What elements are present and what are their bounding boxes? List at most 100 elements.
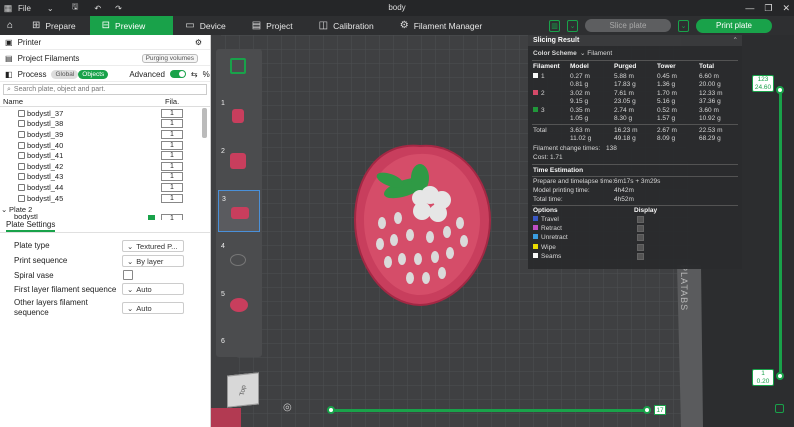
move-slider-handle[interactable] (643, 406, 651, 414)
object-row[interactable]: bodystl_42 1 (0, 161, 200, 172)
file-menu[interactable]: File (18, 4, 31, 13)
filament-selector[interactable]: 1 (161, 161, 183, 171)
plate-thumb-4[interactable]: 4 (218, 238, 260, 280)
spiral-vase-checkbox[interactable] (123, 270, 133, 280)
view-gizmo-icon[interactable]: ◎ (283, 402, 292, 413)
save-icon[interactable]: 🖫 (72, 1, 79, 15)
change-times-value: 138 (606, 145, 617, 152)
filament-swatch (533, 90, 538, 95)
layer-slider-top-handle[interactable] (776, 86, 784, 94)
object-icon (18, 141, 25, 149)
objects-toggle[interactable]: Objects (78, 69, 109, 79)
plate-thumb-5[interactable]: 5 (218, 286, 260, 328)
plate-thumb-2[interactable]: 2 (218, 143, 260, 185)
object-list-scrollbar[interactable] (202, 108, 207, 138)
view-cube[interactable]: Top (227, 372, 259, 408)
option-display-checkbox[interactable] (637, 243, 644, 251)
close-icon[interactable]: ✕ (782, 3, 790, 14)
filament-swatch (533, 73, 538, 78)
compare-icon[interactable]: ⇆ (191, 70, 198, 79)
plate-preview (230, 254, 246, 266)
collapse-panel-icon[interactable]: ⌃ (733, 36, 738, 44)
print-sequence-select[interactable]: ⌄ By layer (122, 255, 184, 267)
filament-selector[interactable]: 1 (161, 140, 183, 150)
tab-filament-manager[interactable]: ⚙ Filament Manager (388, 16, 496, 35)
layer-slider-bottom-handle[interactable] (776, 372, 784, 380)
filament-selector[interactable]: 1 (161, 193, 183, 203)
filament-selector[interactable]: 1 (161, 129, 183, 139)
plate-thumb-6[interactable]: 6 (218, 333, 260, 375)
object-row[interactable]: bodystl_45 1 (0, 193, 200, 204)
tab-project[interactable]: ▤ Project (240, 16, 307, 35)
option-label: Seams (533, 252, 561, 261)
undo-icon[interactable]: ↶ (94, 4, 101, 13)
maximize-icon[interactable]: ❐ (764, 3, 772, 14)
first-layer-select[interactable]: ⌄ Auto (122, 283, 184, 295)
plate-thumb-auto-arrange[interactable] (218, 52, 260, 94)
filament-swatch (148, 214, 155, 220)
other-layers-select[interactable]: ⌄ Auto (122, 302, 184, 314)
project-filaments-section[interactable]: ▤ Project Filaments Purging volumes (0, 51, 210, 66)
slicing-result-panel: Slicing Result ⌃ Color Scheme ⌄ Filament … (528, 35, 742, 269)
filament-selector[interactable]: 1 (161, 119, 183, 129)
purging-volumes-button[interactable]: Purging volumes (141, 53, 198, 63)
filament-selector[interactable]: 1 (161, 182, 183, 192)
color-scheme-value: Filament (587, 50, 613, 57)
plate-type-select[interactable]: ⌄ Textured P... (122, 240, 184, 252)
filament-selector[interactable]: 1 (161, 151, 183, 161)
process-section[interactable]: ◧ Process Global Objects Advanced ⇆ % (0, 67, 210, 82)
plate-thumb-1[interactable]: 1 (218, 95, 260, 137)
layer-slider[interactable] (779, 88, 782, 372)
plate-thumb-3[interactable]: 3 (218, 190, 260, 232)
divider (0, 232, 210, 233)
menu-chevron-icon[interactable]: ⌄ (47, 4, 54, 13)
tab-preview[interactable]: ⊟ Preview (89, 16, 174, 35)
option-row: Retract (528, 224, 742, 233)
color-scheme-label: Color Scheme (533, 50, 577, 57)
printer-settings-icon[interactable]: ⚙ (195, 38, 202, 47)
object-icon (18, 183, 25, 191)
home-icon[interactable]: ⌂ (0, 16, 20, 35)
option-display-checkbox[interactable] (637, 252, 644, 260)
tab-calibration[interactable]: ◫ Calibration (307, 16, 388, 35)
option-text: Travel (541, 216, 559, 223)
tab-prepare[interactable]: ⊞ Prepare (20, 16, 90, 35)
option-display-checkbox[interactable] (637, 234, 644, 242)
object-row[interactable]: bodystl_44 1 (0, 182, 200, 193)
option-display-checkbox[interactable] (637, 216, 644, 223)
move-slider[interactable] (330, 409, 646, 412)
object-row[interactable]: bodystl_38 1 (0, 119, 200, 130)
plate-type-value: Textured P... (136, 241, 178, 251)
layers-icon[interactable] (775, 404, 784, 413)
slice-dropdown-icon[interactable]: ⌄ (567, 19, 578, 32)
plate-view-icon[interactable]: ▥ (549, 19, 560, 32)
object-row[interactable]: bodystl_40 1 (0, 140, 200, 151)
printer-section[interactable]: ▣ Printer ⚙ (0, 35, 210, 50)
object-row[interactable]: bodystl_43 1 (0, 172, 200, 183)
print-dropdown-icon[interactable]: ⌄ (678, 19, 689, 32)
redo-icon[interactable]: ↷ (115, 4, 122, 13)
advanced-toggle[interactable] (169, 70, 186, 78)
print-plate-button[interactable]: Print plate (696, 18, 772, 33)
collapse-icon[interactable]: ⌄ (1, 205, 7, 214)
minimize-icon[interactable]: — (745, 3, 754, 13)
object-row[interactable]: bodystl_37 1 (0, 108, 200, 119)
percent-icon[interactable]: % (203, 70, 210, 79)
title-bar: ▦ File ⌄ 🖫 ↶ ↷ body — ❐ ✕ (0, 0, 794, 16)
filament-selector[interactable]: 1 (161, 214, 183, 220)
object-row[interactable]: bodystl_39 1 (0, 129, 200, 140)
filament-selector[interactable]: 1 (161, 172, 183, 182)
tab-device[interactable]: ▭ Device (173, 16, 239, 35)
plate-2-row[interactable]: ⌄ Plate 2 (0, 204, 200, 215)
option-text: Seams (541, 252, 562, 260)
object-search-input[interactable]: ⌕ Search plate, object and part. (3, 84, 207, 95)
header-tower: Tower (657, 63, 676, 70)
color-scheme-select[interactable]: ⌄ Filament (580, 49, 612, 58)
object-row[interactable]: bodystl_41 1 (0, 150, 200, 161)
move-slider-start-handle[interactable] (327, 406, 335, 414)
filament-selector[interactable]: 1 (161, 108, 183, 118)
option-display-checkbox[interactable] (637, 225, 644, 233)
global-toggle[interactable]: Global (51, 69, 79, 79)
slice-plate-button[interactable]: Slice plate (585, 19, 671, 32)
plate-preview (232, 109, 244, 123)
